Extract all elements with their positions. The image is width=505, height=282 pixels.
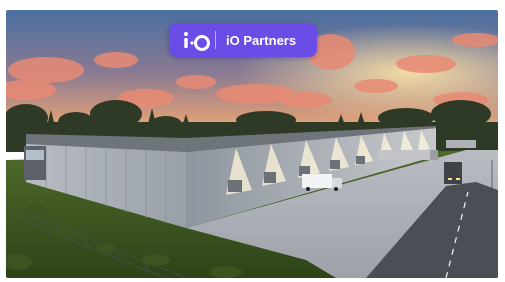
semi-truck [378, 150, 438, 160]
io-partners-badge: iO Partners [169, 23, 317, 57]
semi-truck [444, 162, 462, 184]
io-logo-icon [184, 32, 210, 51]
badge-label: iO Partners [226, 32, 297, 48]
badge-divider [215, 31, 216, 49]
semi-truck [446, 140, 476, 148]
render-frame: iO Partners [6, 10, 498, 278]
